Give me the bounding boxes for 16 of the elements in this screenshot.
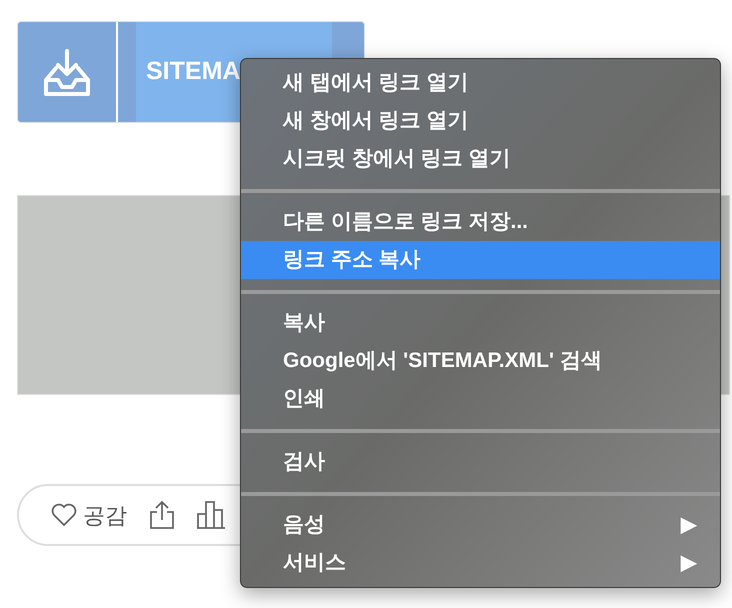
menu-item[interactable]: 다른 이름으로 링크 저장...: [241, 203, 720, 241]
heart-icon: [51, 503, 77, 527]
menu-item[interactable]: 음성 ▶: [241, 506, 720, 544]
menu-item[interactable]: 인쇄: [241, 380, 720, 418]
submenu-arrow: ▶: [681, 513, 696, 538]
like-button[interactable]: 공감: [51, 498, 127, 532]
menu-item[interactable]: Google에서 'SITEMAP.XML' 검색: [241, 342, 720, 380]
menu-item[interactable]: 복사: [241, 304, 720, 342]
menu-item[interactable]: 서비스 ▶: [241, 544, 720, 582]
menu-item[interactable]: 검사: [241, 443, 720, 481]
menu-item[interactable]: 링크 주소 복사: [241, 241, 720, 279]
download-tray-icon: [42, 47, 92, 97]
submenu-arrow: ▶: [681, 551, 696, 576]
bar-chart-icon[interactable]: [197, 500, 225, 530]
menu-item[interactable]: 시크릿 창에서 링크 열기: [241, 140, 720, 178]
share-icon[interactable]: [149, 500, 175, 530]
